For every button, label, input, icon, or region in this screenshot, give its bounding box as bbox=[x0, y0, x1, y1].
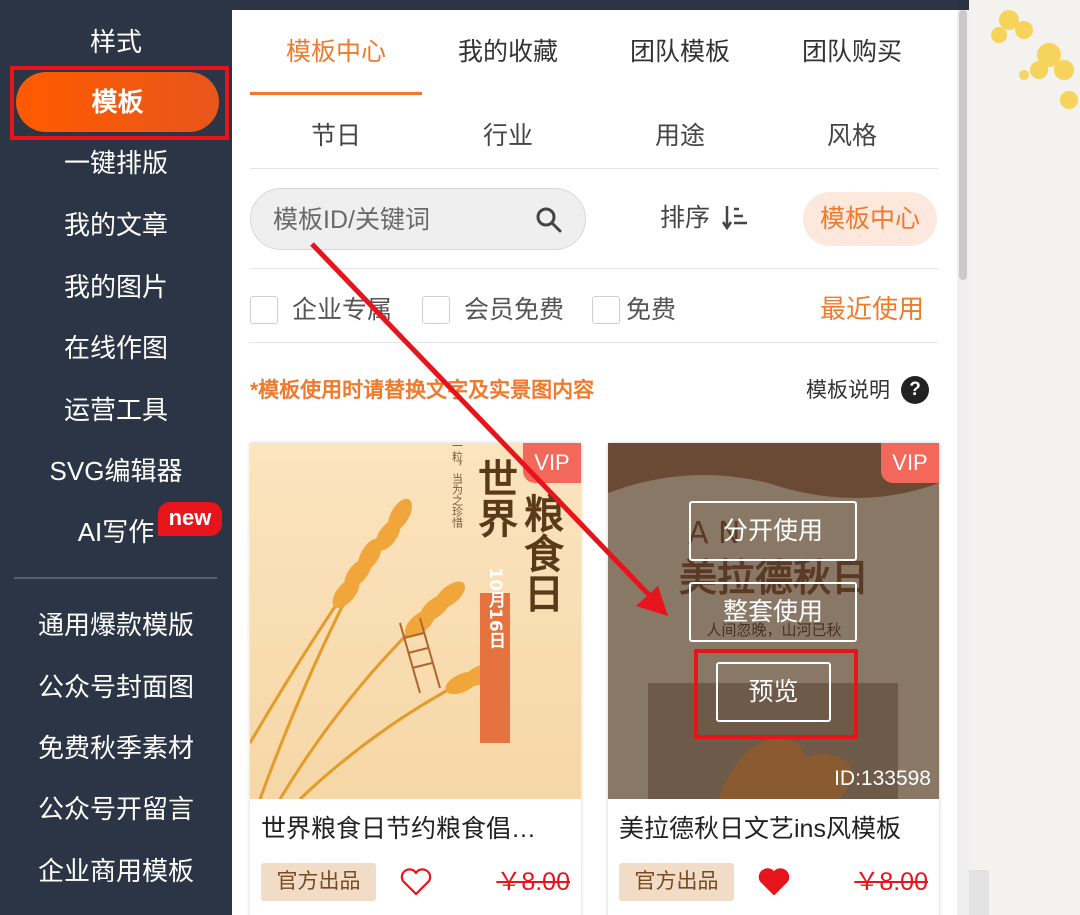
sidebar-item-online-design[interactable]: 在线作图 bbox=[0, 330, 232, 366]
search-icon[interactable] bbox=[535, 206, 563, 234]
template-explain-link[interactable]: 模板说明 bbox=[806, 376, 890, 406]
subtab-festival[interactable]: 节日 bbox=[250, 116, 422, 156]
card-title[interactable]: 美拉德秋日文艺ins风模板 bbox=[619, 811, 929, 847]
tab-my-favorites[interactable]: 我的收藏 bbox=[422, 32, 594, 72]
scrollbar-thumb[interactable] bbox=[959, 10, 967, 280]
card-title[interactable]: 世界粮食日节约粮食倡… bbox=[261, 811, 571, 847]
heart-outline-icon[interactable] bbox=[400, 868, 432, 896]
editor-canvas-preview bbox=[969, 0, 1080, 915]
full-set-use-button[interactable]: 整套使用 bbox=[689, 582, 857, 642]
sidebar-item-autumn-materials[interactable]: 免费秋季素材 bbox=[0, 730, 232, 766]
heart-filled-icon[interactable] bbox=[758, 868, 790, 896]
template-center-button[interactable]: 模板中心 bbox=[803, 192, 937, 246]
search-placeholder: 模板ID/关键词 bbox=[273, 206, 430, 234]
sidebar-item-my-articles[interactable]: 我的文章 bbox=[0, 207, 232, 243]
subtab-style[interactable]: 风格 bbox=[766, 116, 938, 156]
wheat-poster-image: 10月16日 世界 粮食日 一粟一粒，当为之珍惜 bbox=[250, 443, 581, 799]
poster-headline-2: 粮食日 bbox=[517, 493, 564, 613]
template-panel: 模板中心 我的收藏 团队模板 团队购买 节日 行业 用途 风格 模板ID/关键词… bbox=[232, 10, 957, 915]
tab-team-templates[interactable]: 团队模板 bbox=[594, 32, 766, 72]
checkbox-free[interactable] bbox=[592, 296, 620, 324]
highlight-box-template bbox=[10, 66, 229, 140]
search-input[interactable]: 模板ID/关键词 bbox=[250, 188, 586, 250]
sidebar: 样式 模板 一键排版 我的文章 我的图片 在线作图 运营工具 SVG编辑器 AI… bbox=[0, 0, 232, 915]
template-card[interactable]: 10月16日 世界 粮食日 一粟一粒，当为之珍惜 VIP 世界粮食日节约粮食倡…… bbox=[250, 443, 581, 915]
sidebar-item-my-images[interactable]: 我的图片 bbox=[0, 269, 232, 305]
checkbox-member-free[interactable] bbox=[422, 296, 450, 324]
template-thumbnail[interactable]: A N 美拉德秋日 人间忽晚，山河已秋 VIP 分开使用 整套使用 预览 ID:… bbox=[608, 443, 939, 799]
flower-decoration bbox=[969, 0, 1080, 915]
sidebar-item-popular-templates[interactable]: 通用爆款模版 bbox=[0, 607, 232, 643]
sort-icon[interactable] bbox=[722, 203, 750, 231]
sidebar-item-open-comments[interactable]: 公众号开留言 bbox=[0, 791, 232, 827]
vip-badge: VIP bbox=[523, 443, 581, 483]
tab-template-center[interactable]: 模板中心 bbox=[250, 32, 422, 72]
vip-badge: VIP bbox=[881, 443, 939, 483]
price: ￥8.00 bbox=[854, 868, 928, 896]
highlight-box-preview bbox=[694, 649, 858, 739]
divider bbox=[250, 268, 938, 269]
split-use-button[interactable]: 分开使用 bbox=[689, 501, 857, 561]
template-thumbnail[interactable]: 10月16日 世界 粮食日 一粟一粒，当为之珍惜 VIP bbox=[250, 443, 581, 799]
checkbox-enterprise[interactable] bbox=[250, 296, 278, 324]
tab-underline bbox=[250, 92, 422, 95]
poster-headline-1: 世界 bbox=[471, 458, 518, 538]
top-strip bbox=[232, 0, 957, 10]
help-icon[interactable]: ? bbox=[901, 376, 929, 404]
sidebar-item-style[interactable]: 样式 bbox=[0, 24, 232, 60]
sort-button[interactable]: 排序 bbox=[660, 200, 710, 236]
subtab-industry[interactable]: 行业 bbox=[422, 116, 594, 156]
new-badge: new bbox=[158, 502, 222, 536]
divider bbox=[250, 342, 938, 343]
price: ￥8.00 bbox=[496, 868, 570, 896]
filter-enterprise-label: 企业专属 bbox=[292, 296, 393, 324]
sidebar-item-cover-image[interactable]: 公众号封面图 bbox=[0, 669, 232, 705]
sidebar-item-svg-editor[interactable]: SVG编辑器 bbox=[0, 453, 232, 489]
sidebar-item-commercial-templates[interactable]: 企业商用模板 bbox=[0, 853, 232, 889]
poster-date: 10月16日 bbox=[485, 567, 507, 648]
official-badge: 官方出品 bbox=[619, 863, 734, 901]
filter-free-label: 免费 bbox=[626, 296, 677, 324]
sidebar-divider bbox=[14, 577, 217, 579]
divider bbox=[250, 168, 938, 169]
sidebar-item-ops-tools[interactable]: 运营工具 bbox=[0, 392, 232, 428]
poster-slogan: 一粟一粒，当为之珍惜 bbox=[451, 443, 464, 529]
usage-notice: *模板使用时请替换文字及实景图内容 bbox=[250, 379, 595, 402]
recent-used-link[interactable]: 最近使用 bbox=[820, 291, 924, 327]
subtab-purpose[interactable]: 用途 bbox=[594, 116, 766, 156]
template-id: ID:133598 bbox=[834, 767, 931, 790]
official-badge: 官方出品 bbox=[261, 863, 376, 901]
filter-member-free-label: 会员免费 bbox=[464, 296, 565, 324]
tab-team-purchase[interactable]: 团队购买 bbox=[766, 32, 938, 72]
sidebar-item-one-click-layout[interactable]: 一键排版 bbox=[0, 145, 232, 181]
